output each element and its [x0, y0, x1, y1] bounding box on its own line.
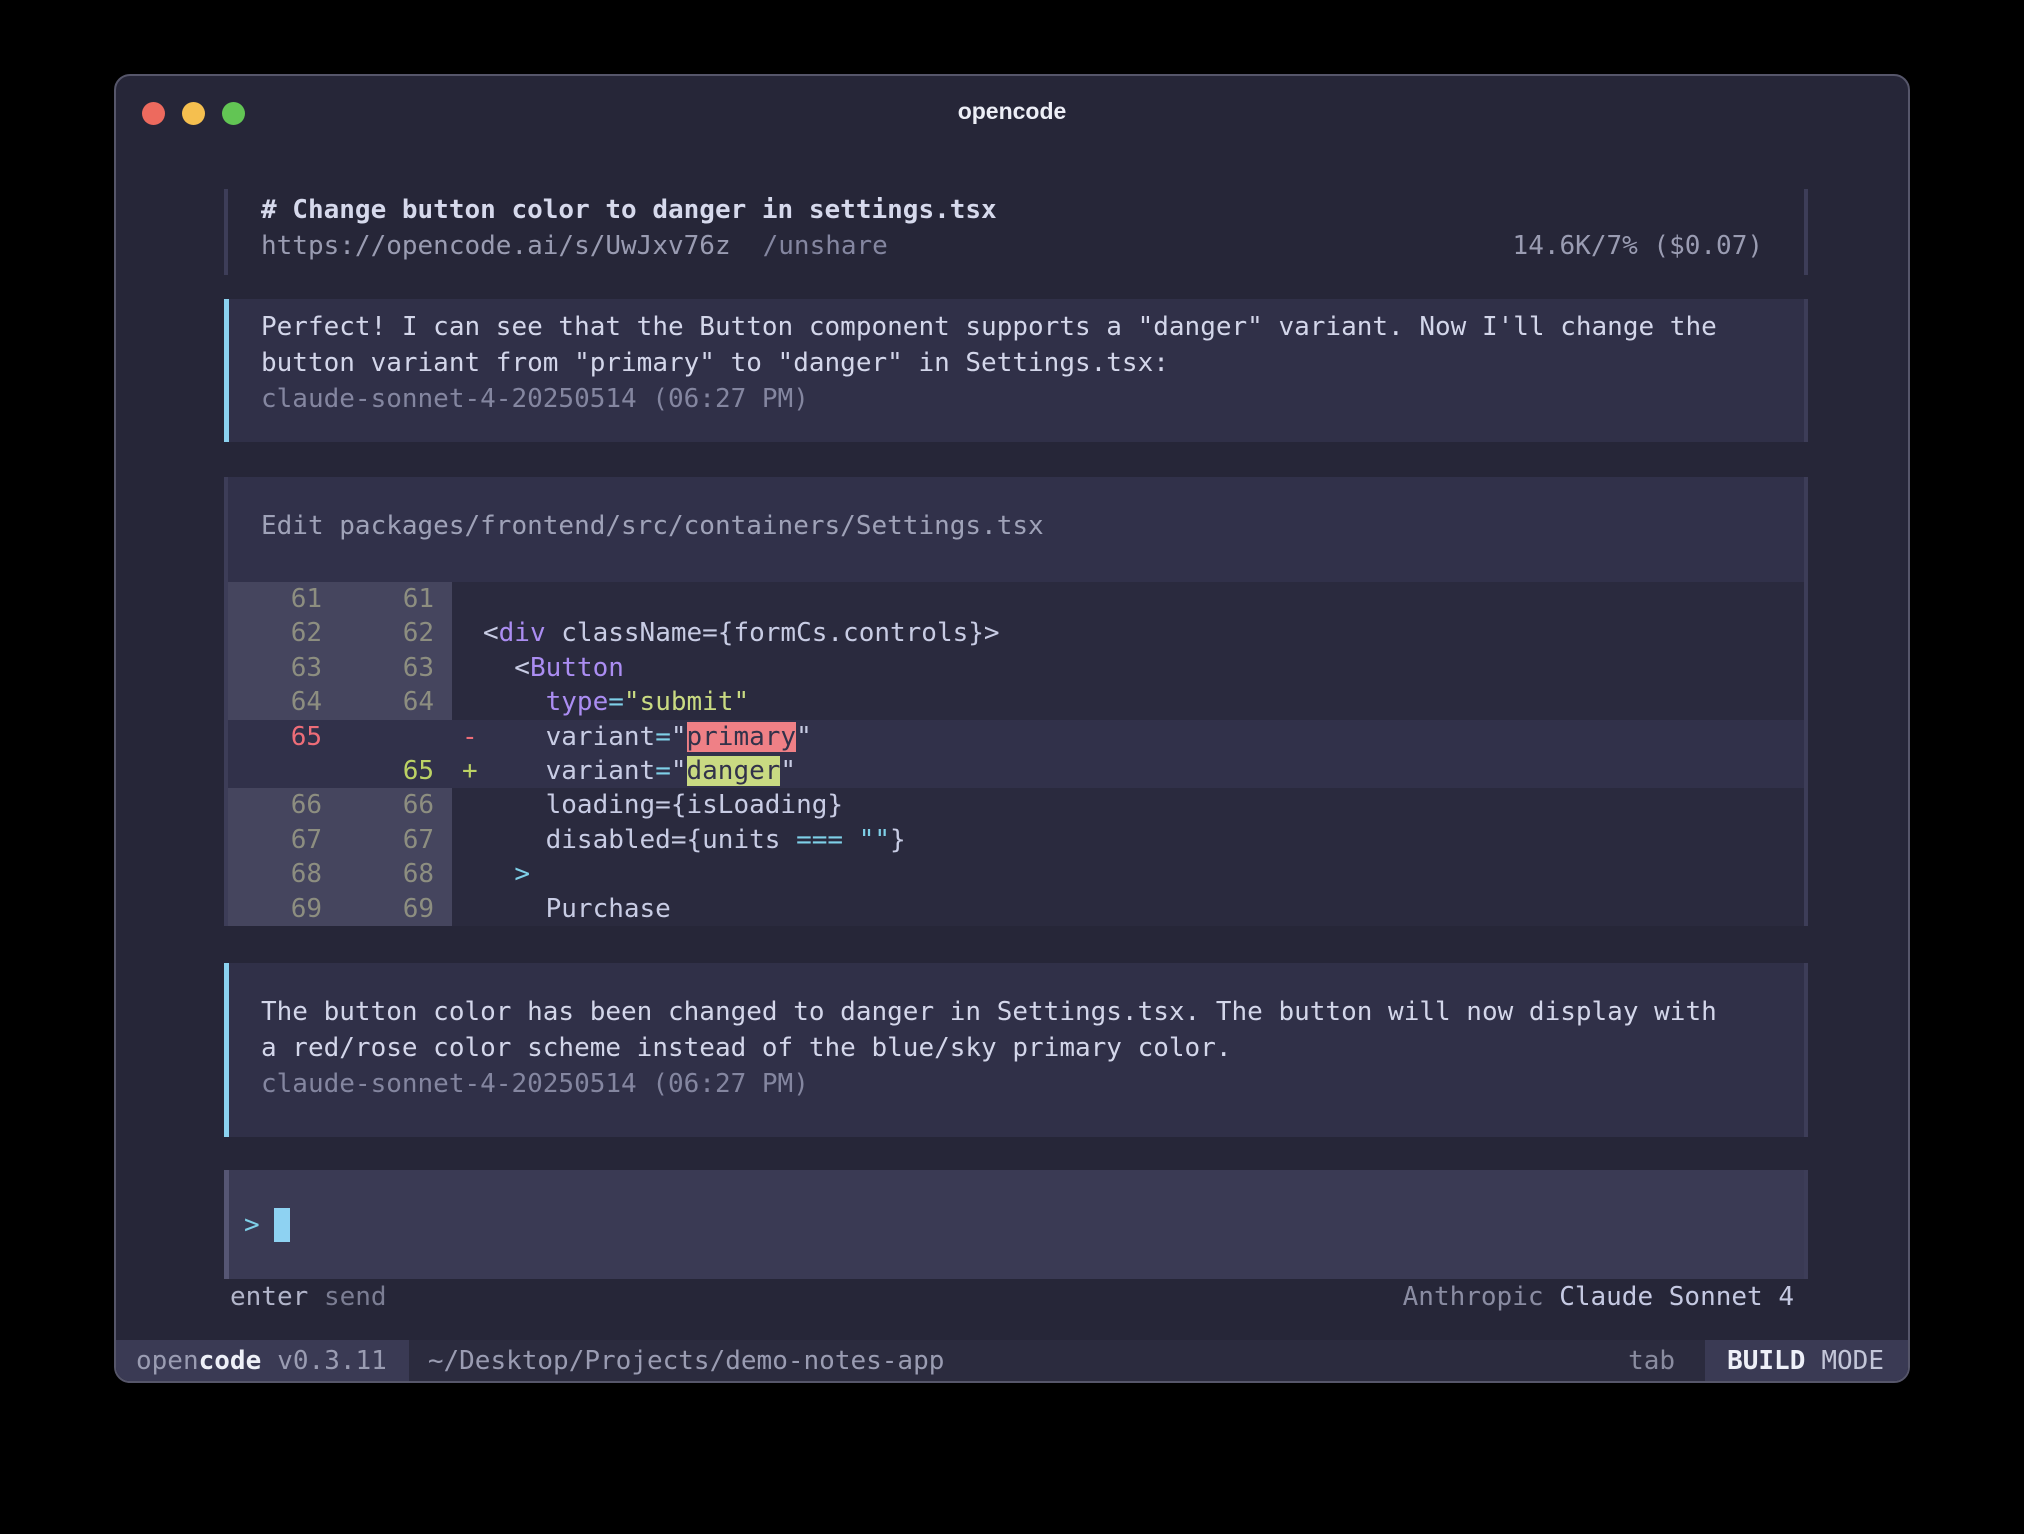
unshare-command: /unshare: [763, 231, 888, 261]
message-meta: claude-sonnet-4-20250514 (06:27 PM): [261, 381, 1804, 417]
diff-new-line-number: 62: [340, 616, 452, 650]
diff-old-line-number: 69: [228, 892, 340, 926]
diff-new-line-number: 61: [340, 582, 452, 616]
diff-row: 65+ variant="danger": [228, 754, 1804, 788]
share-url-row: https://opencode.ai/s/UwJxv76z/unshare: [261, 228, 888, 264]
hint-row: enter send Anthropic Claude Sonnet 4: [224, 1279, 1808, 1315]
assistant-message: The button color has been changed to dan…: [224, 963, 1808, 1137]
diff-code-line: type="submit": [452, 685, 1804, 719]
mode-label: MODE: [1821, 1346, 1884, 1376]
diff-code-line: Purchase: [452, 892, 1804, 926]
message-meta: claude-sonnet-4-20250514 (06:27 PM): [261, 1066, 1804, 1102]
diff-code-line: <div className={formCs.controls}>: [452, 616, 1804, 650]
text-cursor: [274, 1208, 290, 1242]
diff-row: 6666 loading={isLoading}: [228, 788, 1804, 822]
diff-old-line-number: 65: [228, 720, 340, 754]
send-hint: enter send: [230, 1279, 387, 1315]
app-version: v0.3.11: [277, 1346, 387, 1376]
diff-change-marker: +: [452, 754, 483, 788]
diff-code-line: <Button: [452, 651, 1804, 685]
working-directory: ~/Desktop/Projects/demo-notes-app: [428, 1346, 945, 1376]
diff-new-line-number: 65: [340, 754, 452, 788]
edit-tool-card: Edit packages/frontend/src/containers/Se…: [224, 477, 1808, 926]
diff-code-line: - variant="primary": [452, 720, 1804, 754]
diff-row: 6767 disabled={units === ""}: [228, 823, 1804, 857]
diff-row: 6969 Purchase: [228, 892, 1804, 926]
token-usage: 14.6K/7% ($0.07): [1513, 228, 1763, 264]
message-line: a red/rose color scheme instead of the b…: [261, 1030, 1804, 1066]
diff-view: 61616262<div className={formCs.controls}…: [228, 582, 1804, 926]
diff-old-line-number: 61: [228, 582, 340, 616]
diff-old-line-number: 62: [228, 616, 340, 650]
session-content: # Change button color to danger in setti…: [224, 76, 1808, 1381]
mode-name: BUILD: [1727, 1346, 1805, 1376]
message-line: button variant from "primary" to "danger…: [261, 345, 1804, 381]
session-title: # Change button color to danger in setti…: [261, 192, 1763, 228]
diff-row: 6262<div className={formCs.controls}>: [228, 616, 1804, 650]
diff-old-line-number: 63: [228, 651, 340, 685]
diff-row: 6464 type="submit": [228, 685, 1804, 719]
send-action-hint: send: [324, 1282, 387, 1312]
diff-old-line-number: 64: [228, 685, 340, 719]
diff-new-line-number: 68: [340, 857, 452, 891]
diff-new-line-number: [340, 720, 452, 754]
diff-new-line-number: 63: [340, 651, 452, 685]
brand-code: code: [199, 1346, 262, 1376]
provider-name: Anthropic: [1403, 1282, 1544, 1312]
diff-row: 6363 <Button: [228, 651, 1804, 685]
edit-tool-title: Edit packages/frontend/src/containers/Se…: [228, 477, 1804, 582]
diff-code-line: disabled={units === ""}: [452, 823, 1804, 857]
diff-new-line-number: 66: [340, 788, 452, 822]
diff-code-line: [452, 582, 1804, 616]
enter-key-hint: enter: [230, 1282, 308, 1312]
diff-old-line-number: 67: [228, 823, 340, 857]
app-version-segment: opencode v0.3.11: [116, 1340, 409, 1381]
diff-old-line-number: [228, 754, 340, 788]
diff-new-line-number: 69: [340, 892, 452, 926]
diff-row: 6868 >: [228, 857, 1804, 891]
model-name: Claude Sonnet 4: [1559, 1282, 1794, 1312]
model-indicator: Anthropic Claude Sonnet 4: [1403, 1279, 1794, 1315]
diff-code-line: loading={isLoading}: [452, 788, 1804, 822]
diff-new-line-number: 64: [340, 685, 452, 719]
diff-new-line-number: 67: [340, 823, 452, 857]
diff-change-marker: -: [452, 720, 483, 754]
prompt-symbol: >: [244, 1210, 260, 1240]
diff-old-line-number: 66: [228, 788, 340, 822]
mode-segment: BUILD MODE: [1705, 1340, 1908, 1381]
diff-row: 65 - variant="primary": [228, 720, 1804, 754]
diff-row: 6161: [228, 582, 1804, 616]
share-url: https://opencode.ai/s/UwJxv76z: [261, 231, 731, 261]
opencode-terminal-window: opencode # Change button color to danger…: [114, 74, 1910, 1383]
brand-open: open: [136, 1346, 199, 1376]
message-line: Perfect! I can see that the Button compo…: [261, 309, 1804, 345]
prompt-input[interactable]: >: [224, 1170, 1808, 1279]
diff-code-line: + variant="danger": [452, 754, 1804, 788]
session-subheader: https://opencode.ai/s/UwJxv76z/unshare 1…: [261, 228, 1763, 264]
diff-old-line-number: 68: [228, 857, 340, 891]
diff-code-line: >: [452, 857, 1804, 891]
tab-key-hint[interactable]: tab: [1628, 1346, 1675, 1376]
session-header: # Change button color to danger in setti…: [224, 189, 1808, 275]
assistant-message: Perfect! I can see that the Button compo…: [224, 299, 1808, 442]
status-bar: opencode v0.3.11 ~/Desktop/Projects/demo-…: [116, 1340, 1908, 1381]
message-line: The button color has been changed to dan…: [261, 994, 1804, 1030]
